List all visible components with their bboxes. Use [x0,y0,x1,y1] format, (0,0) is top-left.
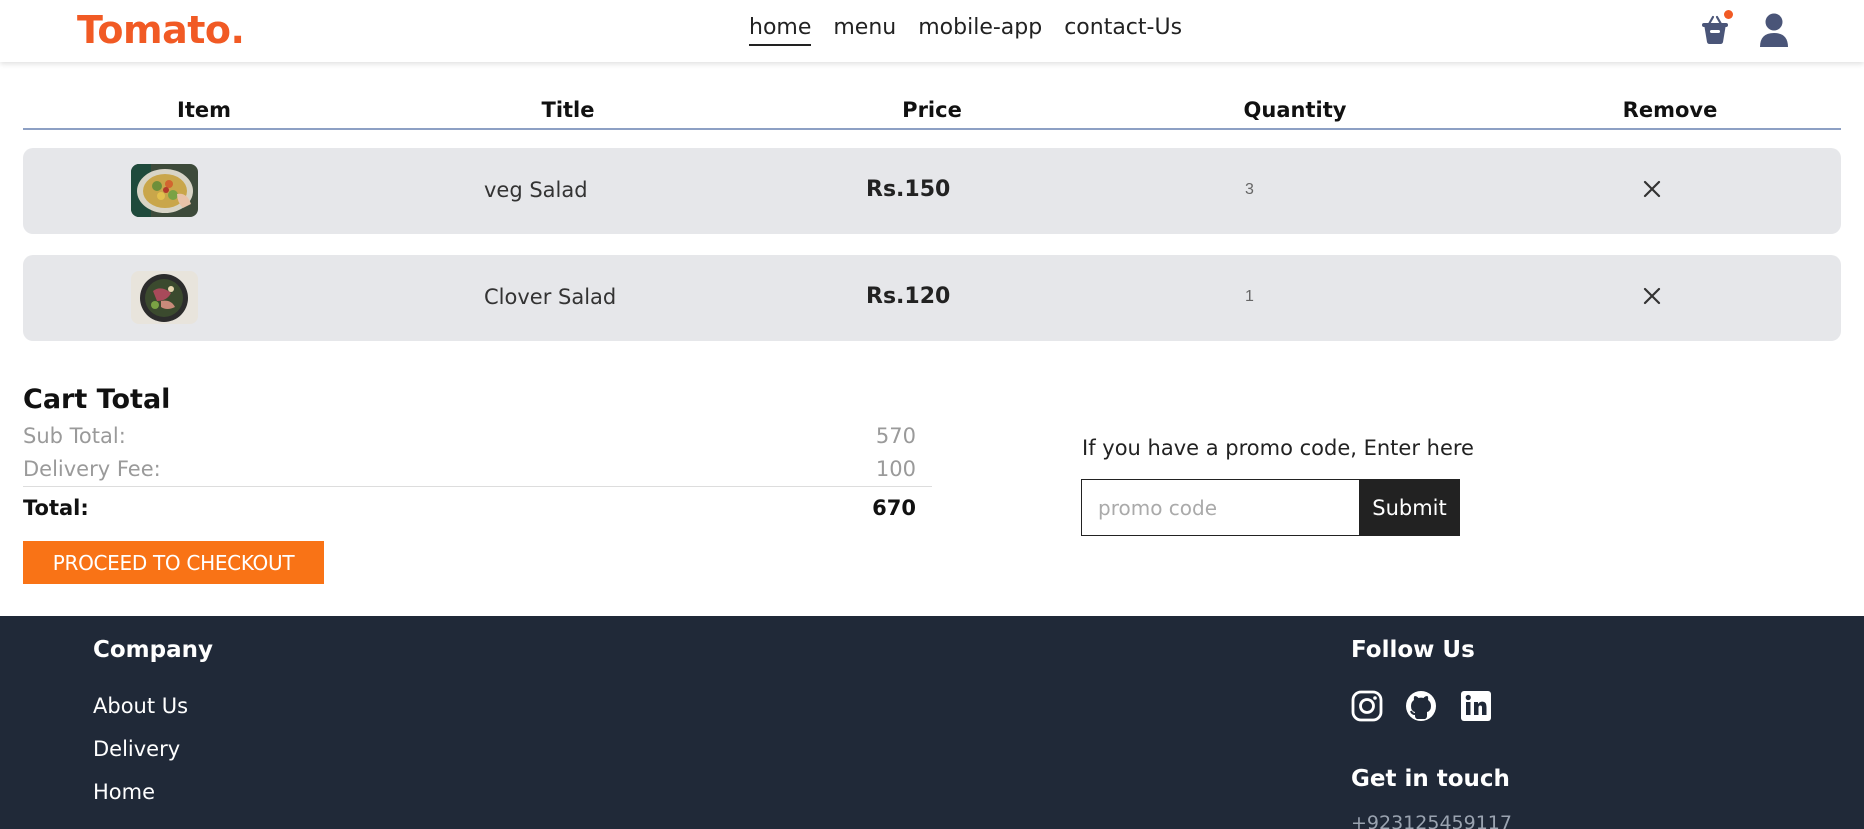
cart-badge-dot [1724,10,1733,19]
delivery-fee-label: Delivery Fee: [23,457,161,481]
item-quantity: 3 [1245,181,1254,198]
salad-photo [131,271,198,324]
github-icon[interactable] [1404,689,1438,723]
item-price: Rs.120 [866,284,951,309]
nav-links: home menu mobile-app contact-Us [749,15,1182,46]
proceed-to-checkout-button[interactable]: PROCEED TO CHECKOUT [23,541,324,584]
total-row: Total: 670 [23,496,916,520]
header-title: Title [541,98,595,122]
subtotal-value: 570 [875,424,916,448]
item-title: Clover Salad [484,285,617,309]
item-title: veg Salad [484,178,588,202]
delivery-fee-row: Delivery Fee: 100 [23,457,916,481]
close-icon[interactable] [1637,174,1667,204]
logo[interactable]: Tomato. [77,8,245,52]
footer-link-about-us[interactable]: About Us [93,694,188,718]
total-value: 670 [872,496,916,520]
promo-label: If you have a promo code, Enter here [1082,436,1474,460]
footer-phone: +923125459117 [1351,812,1512,829]
user-icon[interactable] [1758,11,1790,49]
header-price: Price [902,98,962,122]
linkedin-icon[interactable] [1459,689,1493,723]
nav-link-home[interactable]: home [749,15,812,46]
header-quantity: Quantity [1243,98,1347,122]
footer [0,616,1864,829]
promo-code-input[interactable] [1081,479,1359,536]
promo-submit-button[interactable]: Submit [1359,479,1460,536]
cart-table-header: Item Title Price Quantity Remove [23,98,1841,130]
total-divider [23,486,932,487]
delivery-fee-value: 100 [875,457,916,481]
subtotal-label: Sub Total: [23,424,126,448]
cart-total-heading: Cart Total [23,384,171,415]
header-remove: Remove [1622,98,1718,122]
header-item: Item [177,98,231,122]
total-label: Total: [23,496,89,520]
navbar: Tomato. home menu mobile-app contact-Us [0,0,1864,62]
footer-follow-heading: Follow Us [1351,637,1475,663]
footer-company-heading: Company [93,637,213,663]
item-quantity: 1 [1245,288,1254,305]
subtotal-row: Sub Total: 570 [23,424,916,448]
close-icon[interactable] [1637,281,1667,311]
cart-row: Clover Salad Rs.120 1 [23,255,1841,341]
footer-contact-heading: Get in touch [1351,766,1510,792]
instagram-icon[interactable] [1350,689,1384,723]
footer-link-delivery[interactable]: Delivery [93,737,180,761]
cart-row: veg Salad Rs.150 3 [23,148,1841,234]
nav-link-mobile-app[interactable]: mobile-app [918,15,1042,46]
salad-photo [131,164,198,217]
item-price: Rs.150 [866,177,951,202]
footer-link-home[interactable]: Home [93,780,155,804]
nav-link-contact-us[interactable]: contact-Us [1064,15,1182,46]
nav-link-menu[interactable]: menu [833,15,896,46]
